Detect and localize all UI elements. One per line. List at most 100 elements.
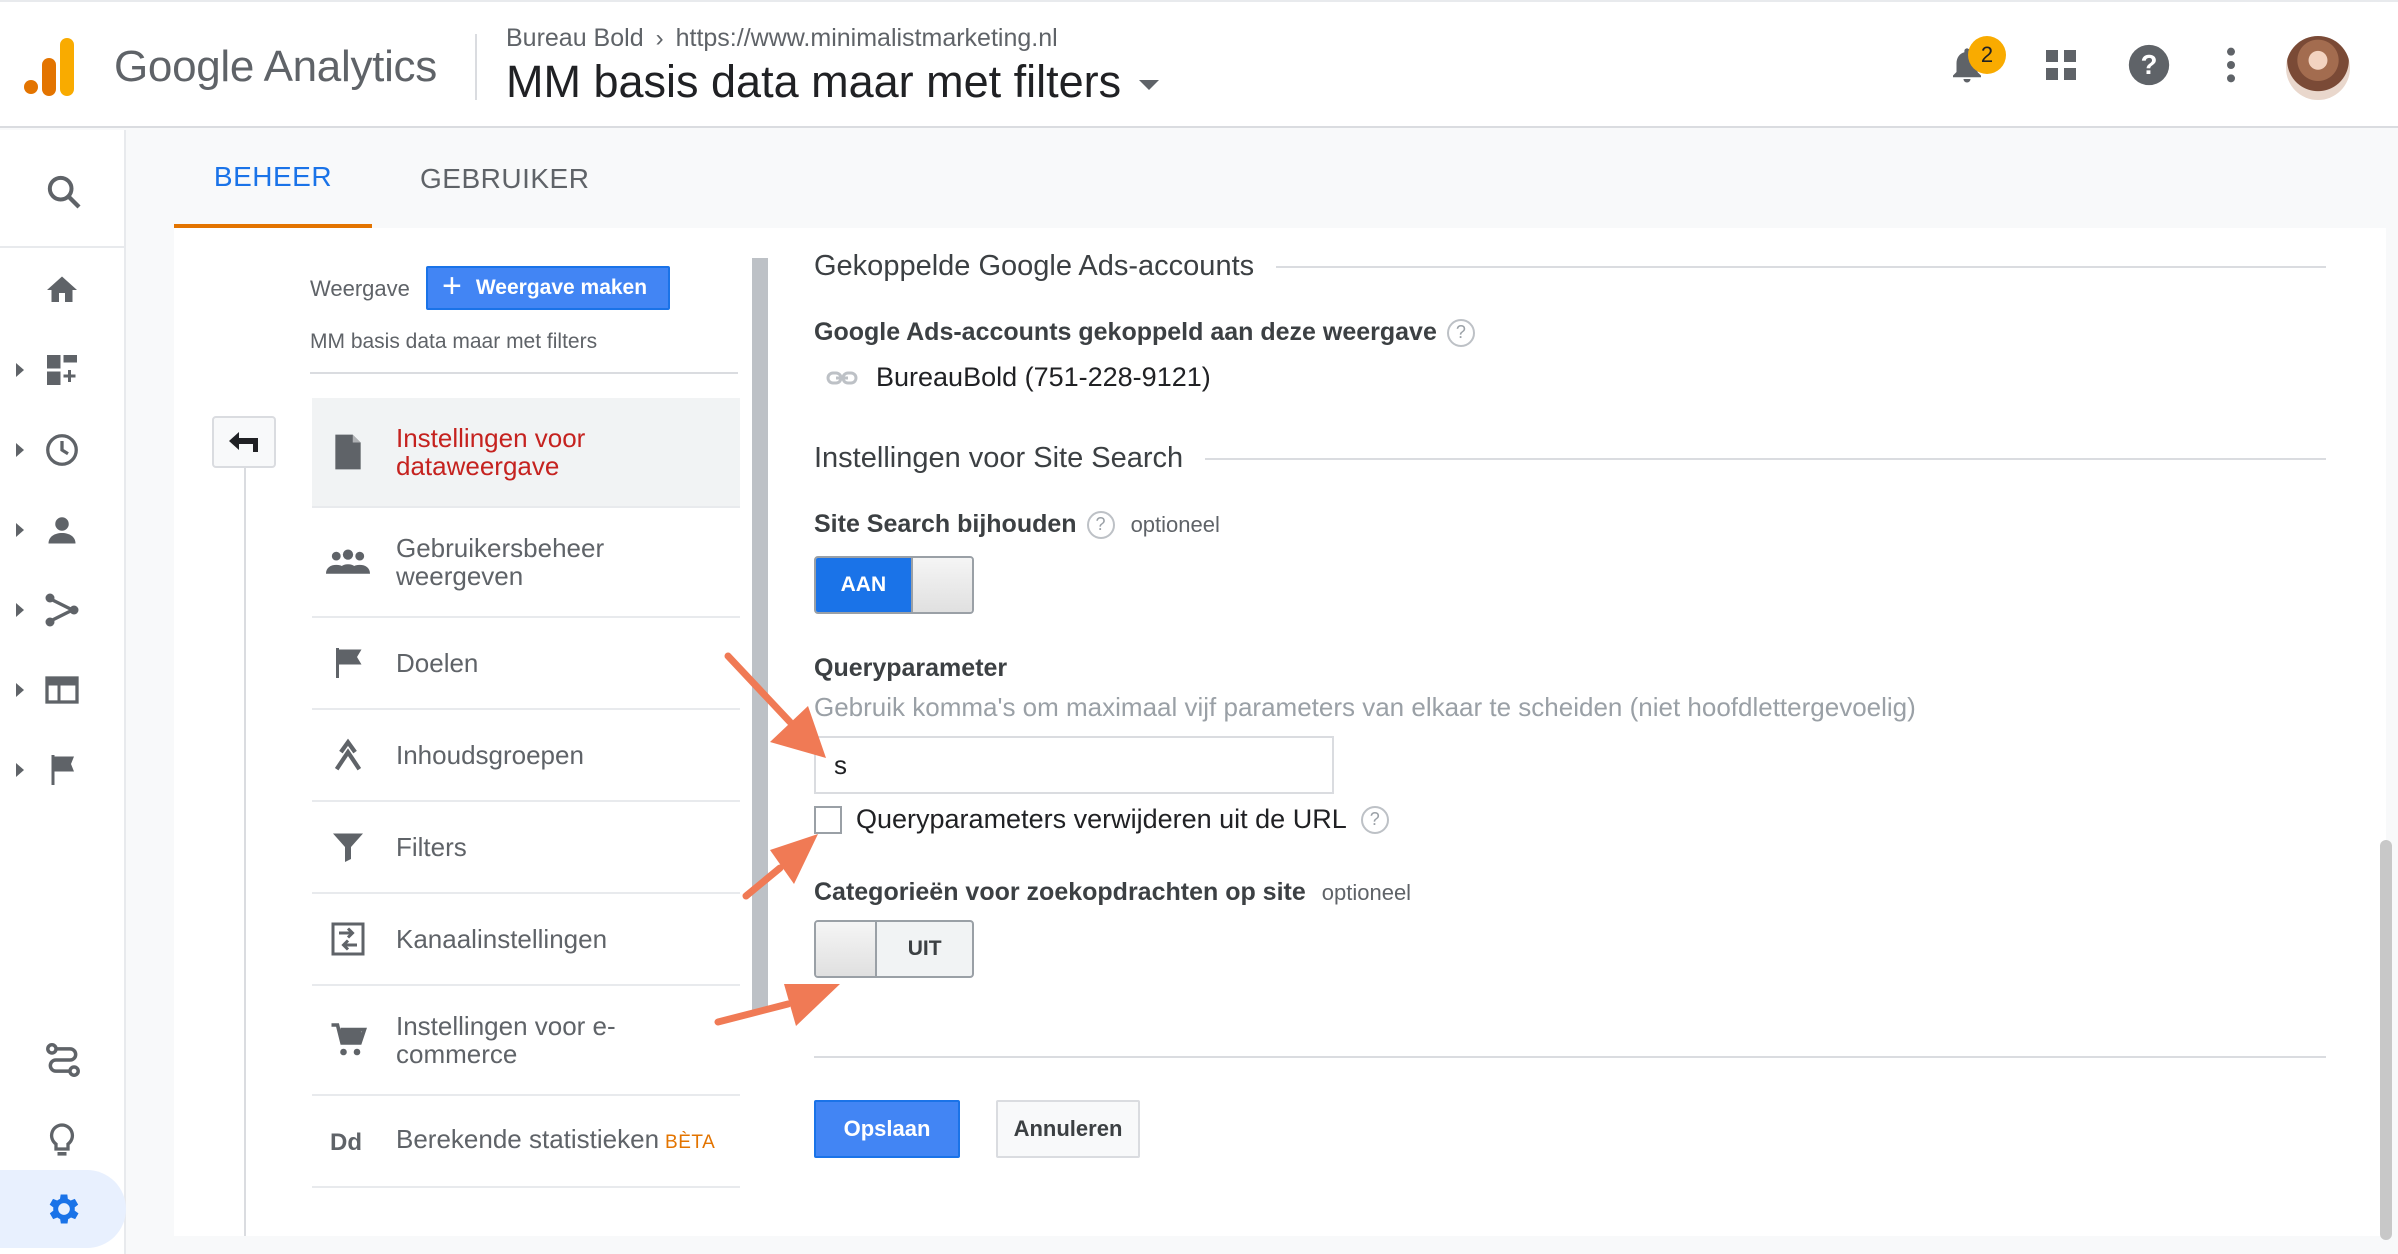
expand-arrow-icon[interactable]	[16, 763, 24, 777]
menu-scrollbar[interactable]	[752, 258, 768, 1010]
help-icon[interactable]: ?	[1360, 805, 1389, 834]
lightbulb-icon[interactable]	[44, 1121, 80, 1159]
ads-linked-label: Google Ads-accounts gekoppeld aan deze w…	[814, 318, 1475, 347]
expand-arrow-icon[interactable]	[16, 363, 24, 377]
breadcrumb[interactable]: Bureau Bold › https://www.minimalistmark…	[506, 24, 1058, 53]
menu-item-content-grouping[interactable]: Inhoudsgroepen	[312, 710, 740, 802]
chevron-right-icon: ›	[655, 24, 664, 52]
nav-search[interactable]	[0, 160, 126, 224]
nav-customization[interactable]	[0, 338, 126, 402]
categories-toggle[interactable]: UIT	[814, 920, 974, 978]
nav-attribution[interactable]	[0, 1028, 126, 1092]
remove-params-checkbox[interactable]	[814, 805, 842, 834]
help-icon[interactable]: ?	[2124, 40, 2174, 90]
menu-scrollbar-thumb[interactable]	[752, 258, 768, 1010]
ads-linked-label-text: Google Ads-accounts gekoppeld aan deze w…	[814, 318, 1437, 346]
query-param-label: Queryparameter	[814, 654, 1008, 682]
view-settings-menu: Instellingen voor dataweergave Gebruiker…	[312, 398, 740, 1188]
site-search-toggle[interactable]: AAN	[814, 556, 974, 614]
caret-down-icon[interactable]	[1139, 80, 1160, 90]
nav-realtime[interactable]	[0, 418, 126, 482]
realtime-clock-icon[interactable]	[44, 432, 80, 468]
menu-item-goals[interactable]: Doelen	[312, 618, 740, 710]
menu-item-view-settings[interactable]: Instellingen voor dataweergave	[312, 398, 740, 508]
page-scrollbar[interactable]	[2380, 840, 2392, 1240]
people-icon	[326, 540, 370, 584]
optional-label: optioneel	[1130, 511, 1220, 537]
remove-params-label[interactable]: Queryparameters verwijderen uit de URL	[856, 804, 1347, 835]
back-arrow-icon[interactable]	[227, 429, 261, 455]
analytics-logo-icon[interactable]	[24, 38, 76, 96]
dd-icon: Dd	[326, 1119, 370, 1163]
tree-connector	[244, 468, 246, 1236]
menu-item-ecommerce[interactable]: Instellingen voor e-commerce	[312, 986, 740, 1096]
expand-arrow-icon[interactable]	[16, 603, 24, 617]
tab-gebruiker[interactable]: GEBRUIKER	[420, 130, 589, 228]
menu-item-filters[interactable]: Filters	[312, 802, 740, 894]
cancel-button[interactable]: Annuleren	[996, 1100, 1140, 1158]
admin-tabs: BEHEER GEBRUIKER	[126, 130, 2398, 228]
home-icon[interactable]	[44, 272, 80, 308]
section-rule	[1276, 265, 2326, 268]
content-grouping-icon	[326, 733, 370, 777]
expand-arrow-icon[interactable]	[16, 683, 24, 697]
menu-item-calculated-metrics[interactable]: Dd Berekende statistieken BÈTA	[312, 1096, 740, 1188]
help-icon[interactable]: ?	[1086, 510, 1115, 539]
nav-acquisition[interactable]	[0, 578, 126, 642]
apps-grid-icon[interactable]	[2036, 40, 2086, 90]
menu-item-channel-settings[interactable]: Kanaalinstellingen	[312, 894, 740, 986]
nav-audience[interactable]	[0, 498, 126, 562]
expand-arrow-icon[interactable]	[16, 443, 24, 457]
menu-item-label: Instellingen voor dataweergave	[396, 423, 586, 481]
more-vert-icon[interactable]	[2206, 40, 2256, 90]
breadcrumb-account[interactable]: Bureau Bold	[506, 24, 644, 53]
menu-item-user-management[interactable]: Gebruikersbeheer weergeven	[312, 508, 740, 618]
nav-home[interactable]	[0, 258, 126, 322]
filter-icon	[326, 825, 370, 869]
audience-person-icon[interactable]	[44, 512, 80, 548]
toggle-state: UIT	[907, 937, 942, 960]
nav-behavior[interactable]	[0, 658, 126, 722]
view-selector[interactable]: MM basis data maar met filters	[506, 56, 1160, 108]
nav-conversions[interactable]	[0, 738, 126, 802]
ads-section-header: Gekoppelde Google Ads-accounts	[814, 250, 2326, 283]
nav-discover[interactable]	[0, 1108, 126, 1172]
categories-label: Categorieën voor zoekopdrachten op site …	[814, 878, 1411, 907]
optional-label: optioneel	[1321, 879, 1412, 905]
behavior-icon[interactable]	[44, 672, 80, 708]
ads-section-title: Gekoppelde Google Ads-accounts	[814, 250, 1255, 282]
query-param-hint: Gebruik komma's om maximaal vijf paramet…	[814, 692, 1916, 722]
back-button[interactable]	[212, 416, 276, 468]
conversions-flag-icon[interactable]	[44, 752, 80, 788]
toggle-knob[interactable]	[910, 558, 972, 612]
menu-item-label: Filters	[396, 832, 467, 862]
breadcrumb-property[interactable]: https://www.minimalistmarketing.nl	[676, 24, 1058, 53]
query-param-input[interactable]	[814, 736, 1334, 794]
product-name: Google Analytics	[114, 42, 437, 91]
save-button[interactable]: Opslaan	[814, 1100, 960, 1158]
menu-item-label: Berekende statistieken BÈTA	[396, 1125, 726, 1157]
admin-panel: Weergave + Weergave maken MM basis data …	[174, 228, 2386, 1236]
menu-item-label: Kanaalinstellingen	[396, 924, 608, 954]
create-view-button[interactable]: + Weergave maken	[426, 266, 670, 310]
help-icon[interactable]: ?	[1446, 318, 1475, 347]
customization-icon[interactable]	[44, 352, 80, 388]
expand-arrow-icon[interactable]	[16, 523, 24, 537]
view-selector-dropdown[interactable]: MM basis data maar met filters	[310, 330, 738, 374]
view-settings-form: Gekoppelde Google Ads-accounts Google Ad…	[814, 228, 2386, 1236]
menu-item-label: Instellingen voor e-commerce	[396, 1011, 616, 1069]
toggle-knob[interactable]	[816, 922, 878, 976]
view-title[interactable]: MM basis data maar met filters	[506, 56, 1121, 108]
tab-beheer[interactable]: BEHEER	[174, 130, 372, 228]
remove-params-row[interactable]: Queryparameters verwijderen uit de URL ?	[814, 804, 1389, 835]
attribution-icon[interactable]	[44, 1041, 82, 1079]
acquisition-icon[interactable]	[44, 592, 80, 628]
search-icon[interactable]	[44, 172, 84, 212]
document-icon	[326, 430, 370, 474]
admin-gear-icon[interactable]	[44, 1189, 84, 1229]
menu-item-label: Doelen	[396, 648, 479, 678]
nav-admin[interactable]	[0, 1170, 126, 1248]
avatar[interactable]	[2286, 36, 2350, 100]
site-search-section-title: Instellingen voor Site Search	[814, 442, 1184, 474]
left-navigation	[0, 130, 126, 1254]
